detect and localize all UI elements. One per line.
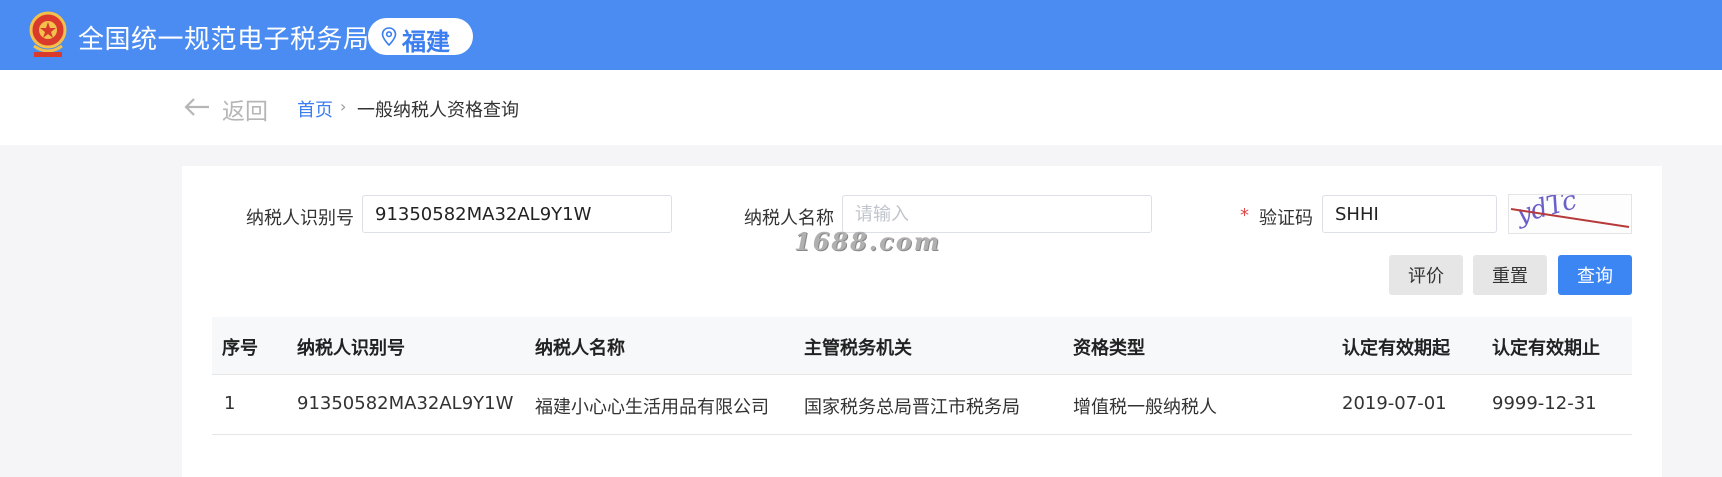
watermark-text: 1688.com — [794, 227, 942, 256]
breadcrumb-separator: › — [340, 97, 347, 116]
back-label: 返回 — [222, 99, 268, 125]
tax-emblem-icon — [29, 11, 67, 57]
table-header: 序号 纳税人识别号 纳税人名称 主管税务机关 资格类型 认定有效期起 认定有效期… — [212, 317, 1632, 375]
table-row: 1 91350582MA32AL9Y1W 福建小心心生活用品有限公司 国家税务总… — [212, 375, 1632, 435]
breadcrumb-current: 一般纳税人资格查询 — [357, 100, 519, 121]
nav-bar: 返回 首页 › 一般纳税人资格查询 — [0, 70, 1722, 145]
cell-qualification-type: 增值税一般纳税人 — [1073, 397, 1217, 418]
region-label: 福建 — [402, 28, 450, 56]
cell-tax-authority: 国家税务总局晋江市税务局 — [804, 397, 1020, 418]
column-header-taxpayer-name: 纳税人名称 — [535, 338, 625, 359]
captcha-label: 验证码 — [1259, 208, 1313, 229]
column-header-tax-authority: 主管税务机关 — [804, 338, 912, 359]
column-header-index: 序号 — [222, 338, 258, 359]
taxpayer-id-label: 纳税人识别号 — [246, 208, 354, 229]
column-header-valid-from: 认定有效期起 — [1342, 338, 1450, 359]
cell-taxpayer-id: 91350582MA32AL9Y1W — [297, 393, 514, 414]
breadcrumb-home-link[interactable]: 首页 — [297, 96, 333, 122]
location-pin-icon — [381, 27, 397, 46]
cell-taxpayer-name: 福建小心心生活用品有限公司 — [535, 397, 769, 418]
captcha-glyph: ydTc — [1512, 195, 1580, 230]
cell-valid-to: 9999-12-31 — [1492, 393, 1597, 414]
column-header-taxpayer-id: 纳税人识别号 — [297, 338, 405, 359]
query-button[interactable]: 查询 — [1558, 255, 1632, 295]
column-header-valid-to: 认定有效期止 — [1492, 338, 1600, 359]
app-title: 全国统一规范电子税务局 — [78, 25, 370, 55]
cell-valid-from: 2019-07-01 — [1342, 393, 1447, 414]
evaluate-button[interactable]: 评价 — [1389, 255, 1463, 295]
arrow-left-icon — [184, 98, 209, 116]
top-header: 全国统一规范电子税务局 福建 — [0, 0, 1722, 70]
captcha-image[interactable]: ydTc — [1508, 185, 1632, 234]
taxpayer-id-input[interactable] — [362, 195, 672, 233]
reset-button[interactable]: 重置 — [1473, 255, 1547, 295]
captcha-graphic: ydTc — [1510, 185, 1630, 230]
required-marker: * — [1240, 205, 1249, 226]
column-header-qualification-type: 资格类型 — [1073, 338, 1145, 359]
captcha-input[interactable] — [1322, 195, 1497, 233]
cell-index: 1 — [224, 393, 236, 414]
region-selector[interactable]: 福建 — [368, 18, 473, 56]
